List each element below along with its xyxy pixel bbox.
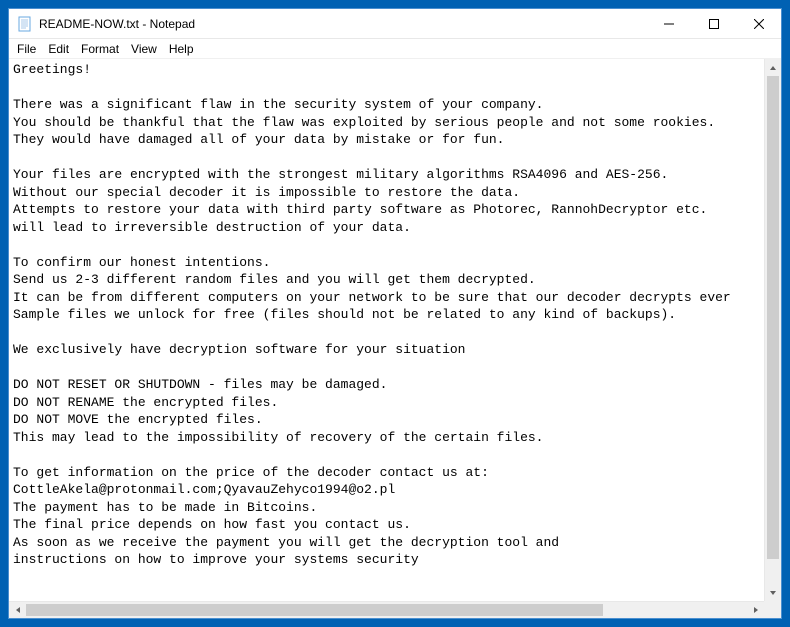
vertical-scroll-thumb[interactable] <box>767 76 779 559</box>
chevron-left-icon <box>14 606 22 614</box>
scroll-left-arrow[interactable] <box>9 602 26 618</box>
window-controls <box>646 9 781 38</box>
menu-help[interactable]: Help <box>163 41 200 57</box>
close-icon <box>754 19 764 29</box>
menubar: File Edit Format View Help <box>9 39 781 59</box>
vertical-scroll-track[interactable] <box>765 76 781 584</box>
window-title: README-NOW.txt - Notepad <box>39 17 195 31</box>
maximize-button[interactable] <box>691 9 736 38</box>
minimize-icon <box>664 19 674 29</box>
menu-view[interactable]: View <box>125 41 163 57</box>
scroll-down-arrow[interactable] <box>765 584 781 601</box>
menu-file[interactable]: File <box>11 41 42 57</box>
bottom-row <box>9 601 781 618</box>
content-area: Greetings! There was a significant flaw … <box>9 59 781 601</box>
scroll-corner <box>764 601 781 618</box>
menu-edit[interactable]: Edit <box>42 41 75 57</box>
chevron-up-icon <box>769 64 777 72</box>
scroll-right-arrow[interactable] <box>747 602 764 618</box>
notepad-window: README-NOW.txt - Notepad File Edit Forma… <box>8 8 782 619</box>
vertical-scrollbar[interactable] <box>764 59 781 601</box>
horizontal-scroll-track[interactable] <box>26 602 747 618</box>
horizontal-scrollbar[interactable] <box>9 601 764 618</box>
text-editor[interactable]: Greetings! There was a significant flaw … <box>9 59 764 601</box>
close-button[interactable] <box>736 9 781 38</box>
minimize-button[interactable] <box>646 9 691 38</box>
horizontal-scroll-thumb[interactable] <box>26 604 603 616</box>
titlebar[interactable]: README-NOW.txt - Notepad <box>9 9 781 39</box>
chevron-down-icon <box>769 589 777 597</box>
chevron-right-icon <box>752 606 760 614</box>
maximize-icon <box>709 19 719 29</box>
scroll-up-arrow[interactable] <box>765 59 781 76</box>
notepad-icon <box>17 16 33 32</box>
menu-format[interactable]: Format <box>75 41 125 57</box>
